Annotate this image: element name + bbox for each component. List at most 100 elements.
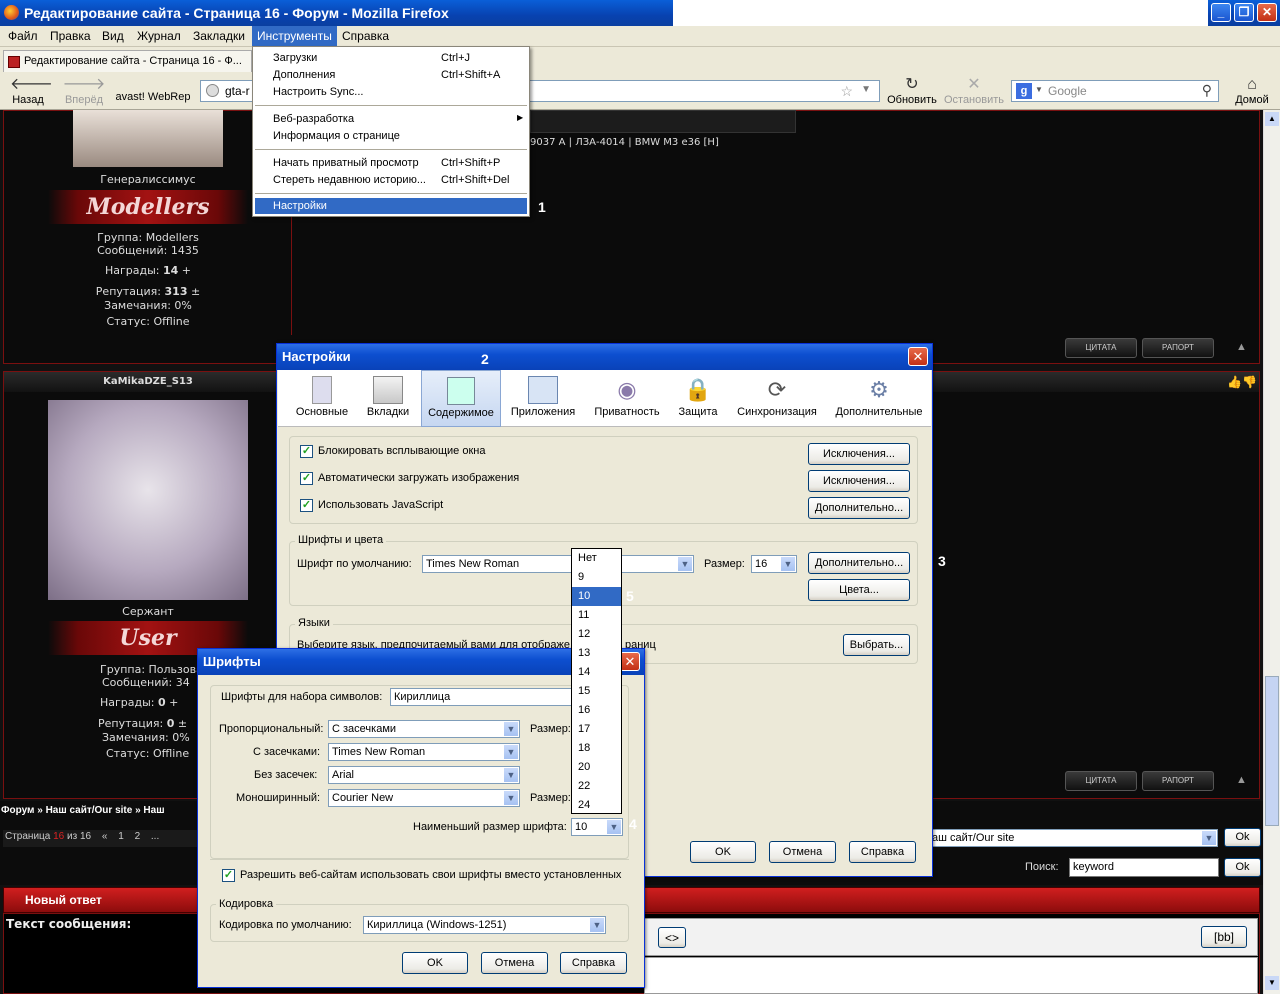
size-option[interactable]: 12 bbox=[572, 625, 621, 644]
forum-search-ok-button[interactable]: Ok bbox=[1224, 858, 1261, 877]
pane-content[interactable]: Содержимое bbox=[421, 370, 501, 427]
engine-dropdown-icon[interactable]: ▼ bbox=[1035, 85, 1043, 94]
stop-button[interactable]: ✕ Остановить bbox=[942, 76, 1006, 106]
mono-select[interactable]: Courier New ▼ bbox=[328, 789, 520, 807]
pager-prev[interactable]: « bbox=[102, 831, 108, 842]
pager-page-2[interactable]: 2 bbox=[135, 831, 141, 842]
forum-jump-ok-button[interactable]: Ok bbox=[1224, 828, 1261, 847]
menu-view[interactable]: Вид bbox=[102, 29, 124, 43]
search-input[interactable]: g ▼ Google ⚲ bbox=[1011, 80, 1219, 102]
menu-edit[interactable]: Правка bbox=[50, 29, 91, 43]
min-size-select[interactable]: 10 ▼ bbox=[571, 818, 623, 836]
minimize-icon[interactable]: _ bbox=[1211, 3, 1231, 22]
encoding-select[interactable]: Кириллица (Windows-1251) ▼ bbox=[363, 916, 606, 934]
reload-button[interactable]: ↻ Обновить bbox=[884, 76, 940, 106]
forum-jump-select[interactable]: аш сайт/Our site ▼ bbox=[928, 829, 1218, 847]
default-size-select[interactable]: 16 ▼ bbox=[751, 555, 797, 573]
size-option[interactable]: 22 bbox=[572, 777, 621, 796]
size-option[interactable]: 15 bbox=[572, 682, 621, 701]
url-dropdown-icon[interactable]: ▼ bbox=[861, 84, 871, 95]
menu-item-downloads[interactable]: Загрузки Ctrl+J bbox=[273, 52, 470, 64]
size-option[interactable]: 17 bbox=[572, 720, 621, 739]
menu-bookmarks[interactable]: Закладки bbox=[193, 29, 245, 43]
menu-file[interactable]: Файл bbox=[8, 29, 38, 43]
code-button[interactable]: <> bbox=[658, 927, 686, 948]
javascript-checkbox[interactable]: ✓ bbox=[300, 499, 313, 512]
close-icon[interactable]: ✕ bbox=[1257, 3, 1277, 22]
auto-images-checkbox[interactable]: ✓ bbox=[300, 472, 313, 485]
default-font-select[interactable]: Times New Roman ▼ bbox=[422, 555, 694, 573]
settings-cancel-button[interactable]: Отмена bbox=[769, 841, 836, 863]
size-option-selected[interactable]: 10 bbox=[572, 587, 621, 606]
post2-vote-icons[interactable]: 👍👎 bbox=[1227, 375, 1257, 389]
popup-exceptions-button[interactable]: Исключения... bbox=[808, 443, 910, 465]
post2-report-button[interactable]: РАПОРТ bbox=[1142, 771, 1214, 791]
size-option[interactable]: 16 bbox=[572, 701, 621, 720]
serif-select[interactable]: Times New Roman ▼ bbox=[328, 743, 520, 761]
image-exceptions-button[interactable]: Исключения... bbox=[808, 470, 910, 492]
colors-button[interactable]: Цвета... bbox=[808, 579, 910, 601]
page-scrollbar[interactable]: ▲ ▼ bbox=[1263, 110, 1280, 994]
menu-item-options[interactable]: Настройки bbox=[255, 198, 527, 214]
message-textarea[interactable] bbox=[644, 957, 1258, 994]
menu-help[interactable]: Справка bbox=[342, 29, 389, 43]
menu-item-clear-history[interactable]: Стереть недавнюю историю... Ctrl+Shift+De… bbox=[273, 174, 509, 186]
post2-username[interactable]: KaMikaDZE_S13 bbox=[40, 376, 256, 387]
menu-item-addons[interactable]: Дополнения Ctrl+Shift+A bbox=[273, 69, 500, 81]
allow-fonts-checkbox[interactable]: ✓ bbox=[222, 869, 235, 882]
bb-button[interactable]: [bb] bbox=[1201, 926, 1247, 948]
google-engine-icon[interactable]: g bbox=[1016, 83, 1032, 99]
restore-icon[interactable]: ❐ bbox=[1234, 3, 1254, 22]
javascript-advanced-button[interactable]: Дополнительно... bbox=[808, 497, 910, 519]
breadcrumb[interactable]: Форум » Наш сайт/Our site » Наш bbox=[1, 805, 165, 816]
avast-webrep-button[interactable]: avast! WebRep bbox=[112, 91, 194, 103]
fonts-help-button[interactable]: Справка bbox=[560, 952, 627, 974]
search-icon[interactable]: ⚲ bbox=[1202, 82, 1212, 99]
size-option[interactable]: 20 bbox=[572, 758, 621, 777]
menu-item-sync[interactable]: Настроить Sync... bbox=[273, 86, 363, 98]
menu-item-private-browsing[interactable]: Начать приватный просмотр Ctrl+Shift+P bbox=[273, 157, 500, 169]
proportional-select[interactable]: С засечками ▼ bbox=[328, 720, 520, 738]
size-option[interactable]: 9 bbox=[572, 568, 621, 587]
scroll-up-icon[interactable]: ▲ bbox=[1265, 112, 1279, 126]
post2-quote-button[interactable]: ЦИТАТА bbox=[1065, 771, 1137, 791]
pane-security[interactable]: 🔒 Защита bbox=[673, 376, 723, 418]
post1-awards-plus[interactable]: + bbox=[182, 264, 191, 277]
sans-select[interactable]: Arial ▼ bbox=[328, 766, 520, 784]
block-popups-checkbox[interactable]: ✓ bbox=[300, 445, 313, 458]
pane-applications[interactable]: Приложения bbox=[508, 376, 578, 418]
fonts-advanced-button[interactable]: Дополнительно... bbox=[808, 552, 910, 574]
pager-page-1[interactable]: 1 bbox=[118, 831, 124, 842]
size-option[interactable]: 14 bbox=[572, 663, 621, 682]
tab-forum[interactable]: Редактирование сайта - Страница 16 - Ф..… bbox=[3, 50, 252, 72]
settings-ok-button[interactable]: OK bbox=[690, 841, 756, 863]
size-option[interactable]: Нет bbox=[572, 549, 621, 568]
settings-help-button[interactable]: Справка bbox=[849, 841, 916, 863]
post1-quote-button[interactable]: ЦИТАТА bbox=[1065, 338, 1137, 358]
post1-top-icon[interactable]: ▲ bbox=[1236, 341, 1247, 353]
post1-rep-change[interactable]: ± bbox=[191, 285, 200, 298]
post1-report-button[interactable]: РАПОРТ bbox=[1142, 338, 1214, 358]
size-option[interactable]: 24 bbox=[572, 796, 621, 815]
menu-tools[interactable]: Инструменты bbox=[252, 26, 337, 47]
choose-language-button[interactable]: Выбрать... bbox=[843, 634, 910, 656]
pane-advanced[interactable]: ⚙ Дополнительные bbox=[832, 376, 926, 418]
fonts-close-icon[interactable]: ✕ bbox=[620, 652, 640, 671]
settings-close-icon[interactable]: ✕ bbox=[908, 347, 928, 366]
scroll-down-icon[interactable]: ▼ bbox=[1265, 976, 1279, 990]
bookmark-star-icon[interactable]: ☆ bbox=[840, 83, 853, 100]
scroll-thumb[interactable] bbox=[1265, 676, 1279, 826]
back-button[interactable]: 🡐 Назад bbox=[10, 76, 53, 106]
forward-button[interactable]: 🡒 Вперёд bbox=[62, 76, 106, 106]
menu-item-web-dev[interactable]: Веб-разработка ▶ bbox=[273, 113, 523, 125]
size-option[interactable]: 18 bbox=[572, 739, 621, 758]
pane-privacy[interactable]: ◉ Приватность bbox=[591, 376, 663, 418]
pane-sync[interactable]: ⟳ Синхронизация bbox=[735, 376, 819, 418]
forum-search-input[interactable]: keyword bbox=[1069, 858, 1219, 877]
charset-select[interactable]: Кириллица bbox=[390, 688, 580, 706]
menu-item-page-info[interactable]: Информация о странице bbox=[273, 130, 400, 142]
size-option[interactable]: 13 bbox=[572, 644, 621, 663]
pager-more[interactable]: ... bbox=[151, 831, 159, 842]
post2-top-icon[interactable]: ▲ bbox=[1236, 774, 1247, 786]
pane-general[interactable]: Основные bbox=[293, 376, 351, 418]
